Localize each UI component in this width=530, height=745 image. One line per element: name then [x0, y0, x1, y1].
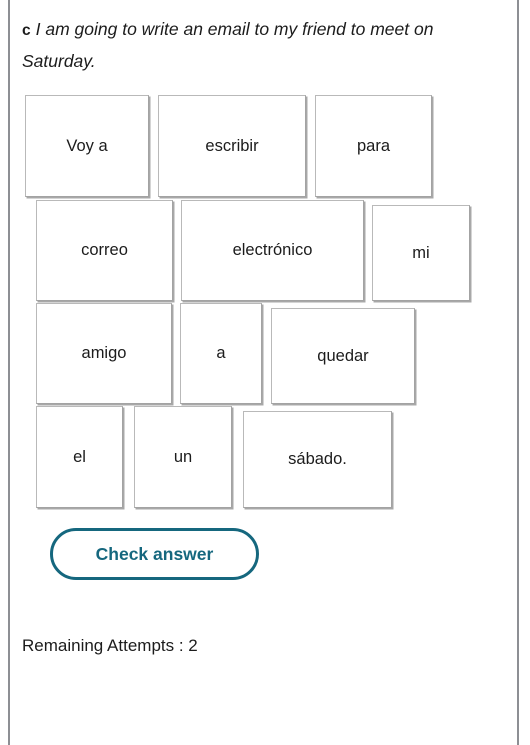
word-tile[interactable]: quedar: [271, 308, 415, 404]
word-tile[interactable]: el: [36, 406, 123, 508]
word-tile[interactable]: correo: [36, 200, 173, 301]
word-tile[interactable]: un: [134, 406, 232, 508]
word-tile[interactable]: sábado.: [243, 411, 392, 508]
question-card: cI am going to write an email to my frie…: [0, 0, 530, 745]
word-tile[interactable]: Voy a: [25, 95, 149, 197]
question-prompt: cI am going to write an email to my frie…: [22, 14, 492, 76]
word-tile[interactable]: amigo: [36, 303, 172, 404]
word-tile[interactable]: mi: [372, 205, 470, 301]
card-right-border: [517, 0, 519, 745]
card-left-border: [8, 0, 10, 745]
word-tile[interactable]: para: [315, 95, 432, 197]
check-answer-button[interactable]: Check answer: [50, 528, 259, 580]
question-letter: c: [22, 22, 31, 39]
word-tile[interactable]: escribir: [158, 95, 306, 197]
remaining-attempts-status: Remaining Attempts : 2: [22, 636, 198, 655]
word-tile[interactable]: a: [180, 303, 262, 404]
question-prompt-text: I am going to write an email to my frien…: [22, 19, 434, 71]
word-tile[interactable]: electrónico: [181, 200, 364, 301]
